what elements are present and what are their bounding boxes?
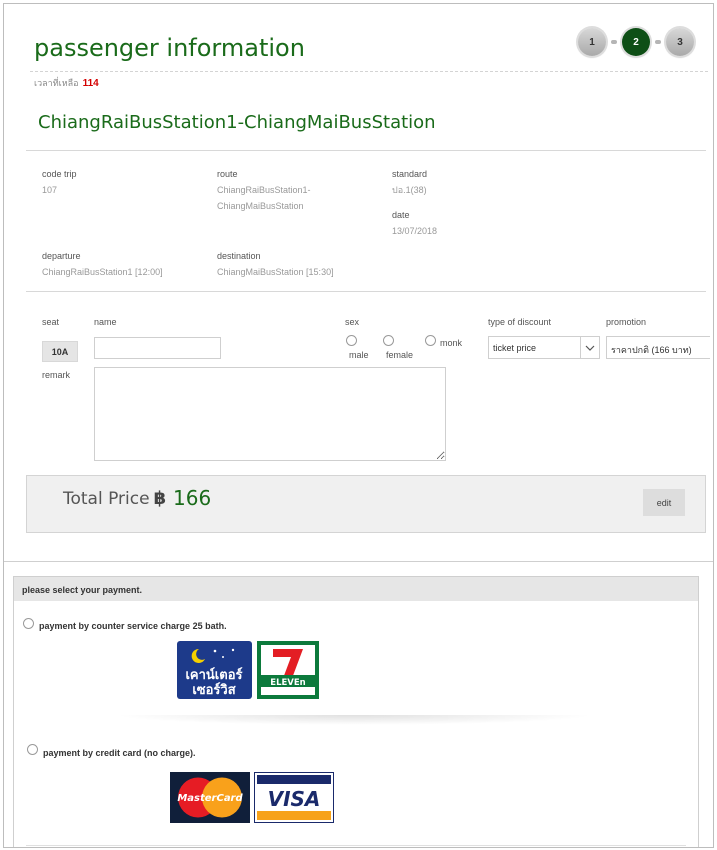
route-value-line2: ChiangMaiBusStation	[217, 201, 304, 211]
baht-symbol: ฿	[153, 488, 167, 509]
route-label: route	[217, 169, 238, 179]
route-title: ChiangRaiBusStation1-ChiangMaiBusStation	[38, 112, 436, 133]
step-2: 2	[622, 28, 650, 56]
time-remaining-value: 114	[82, 78, 99, 89]
date-info: date 13/07/2018	[392, 207, 437, 239]
sex-monk-label: monk	[440, 338, 463, 348]
title-divider	[30, 71, 708, 72]
seat-label: seat	[42, 317, 60, 327]
route-value-line1: ChiangRaiBusStation1-	[217, 185, 311, 195]
step-connector	[655, 40, 661, 44]
sex-label: sex	[345, 317, 360, 327]
edit-button[interactable]: edit	[643, 489, 685, 516]
standard-value: ปอ.1(38)	[392, 185, 427, 195]
destination-label: destination	[217, 251, 261, 261]
chevron-down-icon[interactable]	[580, 337, 599, 358]
sex-male-radio[interactable]	[346, 335, 357, 346]
counter-service-label: payment by counter service charge 25 bat…	[39, 621, 227, 631]
remark-label: remark	[42, 370, 71, 380]
total-price-panel: Total Price ฿ 166 edit	[26, 475, 706, 533]
option-divider	[114, 715, 594, 725]
destination-value: ChiangMaiBusStation [15:30]	[217, 267, 334, 277]
promotion-label: promotion	[606, 317, 647, 327]
name-input[interactable]	[94, 337, 221, 359]
sex-male-label: male	[349, 350, 369, 360]
total-price-text: Total Price	[63, 489, 150, 509]
departure-value: ChiangRaiBusStation1 [12:00]	[42, 267, 163, 277]
mastercard-logo: MasterCard	[170, 772, 250, 823]
step-connector	[611, 40, 617, 44]
counter-service-logo: เคาน์เตอร์ เซอร์วิส	[177, 641, 252, 699]
route-info: route ChiangRaiBusStation1- ChiangMaiBus…	[217, 166, 311, 214]
destination-info: destination ChiangMaiBusStation [15:30]	[217, 248, 334, 280]
divider	[26, 150, 706, 151]
standard-info: standard ปอ.1(38)	[392, 166, 427, 198]
seven-eleven-text: ELEVEn	[270, 678, 305, 688]
section-divider	[4, 561, 713, 562]
counter-logo-line2: เซอร์วิส	[192, 682, 235, 698]
payment-header: please select your payment.	[14, 577, 698, 601]
visa-logo: VISA	[254, 772, 334, 823]
mastercard-text: MasterCard	[177, 793, 243, 804]
step-indicator: 1 2 3	[578, 28, 694, 58]
departure-label: departure	[42, 251, 81, 261]
credit-card-label: payment by credit card (no charge).	[43, 748, 196, 758]
credit-card-radio[interactable]	[27, 744, 38, 755]
promotion-select[interactable]: ราคาปกติ (166 บาท)	[606, 336, 710, 359]
counter-service-radio[interactable]	[23, 618, 34, 629]
sex-female-label: female	[386, 350, 414, 360]
time-remaining: เวลาที่เหลือ 114	[34, 76, 99, 90]
page-frame: passenger information 1 2 3 เวลาที่เหลือ…	[3, 3, 714, 848]
name-label: name	[94, 317, 117, 327]
date-value: 13/07/2018	[392, 226, 438, 236]
seat-number: 10A	[42, 341, 78, 362]
visa-text: VISA	[268, 787, 321, 811]
total-price-label: Total Price ฿	[63, 488, 166, 509]
seven-eleven-logo: ELEVEn	[257, 641, 319, 699]
page-title: passenger information	[34, 34, 305, 62]
promotion-selected-value: ราคาปกติ (166 บาท)	[611, 345, 692, 355]
sex-female-radio[interactable]	[383, 335, 394, 346]
divider	[26, 845, 686, 846]
total-price-value: 166	[173, 486, 212, 510]
divider	[26, 291, 706, 292]
payment-panel: please select your payment. payment by c…	[13, 576, 699, 847]
code-trip-value: 107	[42, 185, 58, 195]
code-trip-label: code trip	[42, 169, 77, 179]
counter-logo-line1: เคาน์เตอร์	[185, 667, 242, 683]
standard-label: standard	[392, 169, 428, 179]
date-label: date	[392, 210, 410, 220]
discount-selected-value: ticket price	[493, 343, 537, 353]
departure-info: departure ChiangRaiBusStation1 [12:00]	[42, 248, 163, 280]
sex-monk-radio[interactable]	[425, 335, 436, 346]
discount-label: type of discount	[488, 317, 552, 327]
remark-textarea[interactable]	[94, 367, 446, 461]
code-trip: code trip 107	[42, 166, 77, 198]
time-remaining-label: เวลาที่เหลือ	[34, 78, 79, 88]
step-1: 1	[578, 28, 606, 56]
step-3: 3	[666, 28, 694, 56]
discount-select[interactable]: ticket price	[488, 336, 600, 359]
